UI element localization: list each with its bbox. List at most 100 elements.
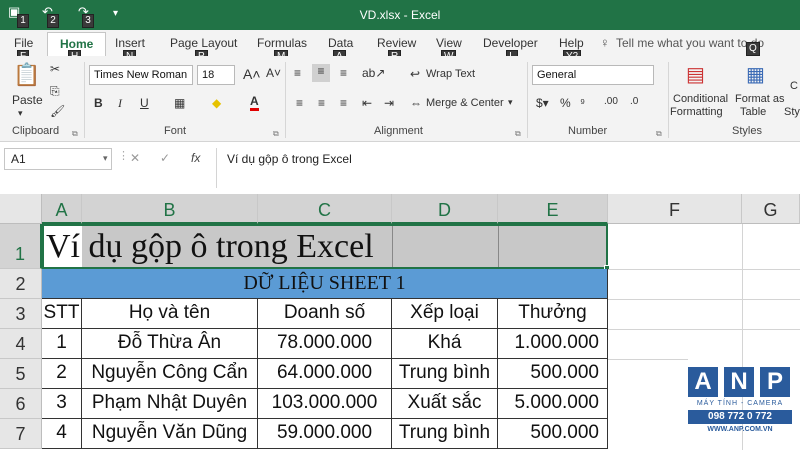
tab-view[interactable]: View [436, 36, 462, 50]
row-header-7[interactable]: 7 [0, 419, 42, 449]
table-cell[interactable]: Nguyễn Công Cẩn [82, 359, 258, 389]
formula-input[interactable]: Ví dụ gộp ô trong Excel [216, 148, 800, 188]
comma-style-icon[interactable]: ⁹ [580, 96, 585, 110]
merge-dropdown-icon[interactable]: ▾ [508, 97, 513, 108]
paste-label[interactable]: Paste [12, 93, 43, 107]
table-cell[interactable]: Đỗ Thừa Ân [82, 329, 258, 359]
table-cell[interactable]: 78.000.000 [258, 329, 392, 359]
decrease-font-icon[interactable]: A˅ [266, 66, 281, 80]
table-cell[interactable]: 1 [42, 329, 82, 359]
table-cell[interactable]: 4 [42, 419, 82, 449]
table-cell[interactable]: 1.000.000 [498, 329, 608, 359]
table-cell[interactable]: Xuất sắc [392, 389, 498, 419]
enter-edit-icon[interactable]: ✓ [160, 151, 170, 165]
tab-data[interactable]: Data [328, 36, 353, 50]
tab-review[interactable]: Review [377, 36, 416, 50]
row-header-4[interactable]: 4 [0, 329, 42, 359]
column-header-e[interactable]: E [498, 194, 608, 224]
table-cell[interactable]: Phạm Nhật Duyên [82, 389, 258, 419]
decrease-indent-icon[interactable]: ⇤ [362, 96, 372, 110]
tab-help[interactable]: Help [559, 36, 584, 50]
table-cell[interactable]: 103.000.000 [258, 389, 392, 419]
header-cell-stt[interactable]: STT [42, 299, 82, 329]
underline-button[interactable]: U [140, 96, 149, 110]
column-header-d[interactable]: D [392, 194, 498, 224]
table-cell[interactable]: Nguyễn Văn Dũng [82, 419, 258, 449]
format-painter-icon[interactable]: 🖌 [50, 104, 65, 118]
number-launcher-icon[interactable]: ⧉ [656, 129, 662, 139]
header-cell-sales[interactable]: Doanh số [258, 299, 392, 329]
format-as-table-label-2[interactable]: Table [740, 106, 766, 118]
align-center-icon[interactable]: ≡ [318, 96, 325, 110]
font-size-combo[interactable]: 18 [197, 65, 235, 85]
merged-banner-cell[interactable]: DỮ LIỆU SHEET 1 [42, 269, 608, 299]
tab-page-layout[interactable]: Page Layout [170, 36, 237, 50]
cancel-edit-icon[interactable]: ✕ [130, 151, 140, 165]
accounting-format-icon[interactable]: $▾ [536, 96, 549, 110]
row-header-6[interactable]: 6 [0, 389, 42, 419]
table-cell[interactable]: 3 [42, 389, 82, 419]
tab-file[interactable]: File [14, 36, 33, 50]
bottom-align-icon[interactable]: ≡ [340, 66, 347, 80]
font-name-combo[interactable]: Times New Roman [89, 65, 193, 85]
tab-developer[interactable]: Developer [483, 36, 538, 50]
paste-icon[interactable]: 📋 [12, 62, 42, 88]
table-cell[interactable]: 500.000 [498, 419, 608, 449]
italic-button[interactable]: I [118, 96, 122, 111]
format-as-table-label[interactable]: Format as [735, 93, 785, 105]
format-as-table-icon[interactable]: ▦ [746, 62, 765, 87]
merge-center-icon[interactable]: ⇔ [410, 96, 422, 110]
tab-formulas[interactable]: Formulas [257, 36, 307, 50]
table-cell[interactable]: 64.000.000 [258, 359, 392, 389]
name-box[interactable]: A1 [4, 148, 112, 170]
insert-function-icon[interactable]: fx [191, 151, 200, 165]
conditional-formatting-icon[interactable]: ▤ [686, 62, 705, 87]
tell-me-search[interactable]: Tell me what you want to do [616, 36, 764, 50]
column-header-g[interactable]: G [742, 194, 800, 224]
cut-icon[interactable]: ✂ [50, 62, 60, 76]
merge-center-button[interactable]: Merge & Center [426, 97, 504, 109]
font-color-button[interactable]: A [250, 94, 259, 111]
header-cell-name[interactable]: Họ và tên [82, 299, 258, 329]
orientation-icon[interactable]: ab↗ [362, 66, 385, 80]
table-cell[interactable]: 5.000.000 [498, 389, 608, 419]
paste-dropdown-icon[interactable]: ▾ [18, 108, 23, 119]
wrap-text-button[interactable]: Wrap Text [426, 68, 475, 80]
table-cell[interactable]: Trung bình [392, 419, 498, 449]
column-header-f[interactable]: F [608, 194, 742, 224]
increase-font-icon[interactable]: A˄ [243, 66, 261, 82]
top-align-icon[interactable]: ≡ [294, 66, 301, 80]
alignment-launcher-icon[interactable]: ⧉ [515, 129, 521, 139]
copy-icon[interactable]: ⎘ [50, 84, 60, 99]
increase-indent-icon[interactable]: ⇥ [384, 96, 394, 110]
row-header-5[interactable]: 5 [0, 359, 42, 389]
conditional-formatting-label[interactable]: Conditional [673, 93, 728, 105]
row-header-3[interactable]: 3 [0, 299, 42, 329]
table-cell[interactable]: Khá [392, 329, 498, 359]
table-cell[interactable]: 2 [42, 359, 82, 389]
middle-align-icon[interactable]: ≡ [312, 64, 330, 82]
percent-icon[interactable]: % [560, 96, 571, 110]
row-header-1[interactable]: 1 [0, 224, 42, 269]
header-cell-bonus[interactable]: Thưởng [498, 299, 608, 329]
cell-styles-label-partial[interactable]: Styl [784, 106, 800, 118]
tab-insert[interactable]: Insert [115, 36, 145, 50]
column-header-c[interactable]: C [258, 194, 392, 224]
bold-button[interactable]: B [94, 96, 103, 110]
fill-color-icon[interactable]: ◆ [212, 96, 221, 110]
decrease-decimal-icon[interactable]: .0 [630, 96, 638, 107]
table-cell[interactable]: 500.000 [498, 359, 608, 389]
name-box-dropdown-icon[interactable]: ▾ [103, 153, 108, 164]
conditional-formatting-label-2[interactable]: Formatting [670, 106, 723, 118]
clipboard-launcher-icon[interactable]: ⧉ [72, 129, 78, 139]
column-header-a[interactable]: A [42, 194, 82, 224]
cell-styles-partial[interactable]: C [790, 80, 798, 92]
select-all-button[interactable] [0, 194, 42, 224]
align-right-icon[interactable]: ≡ [340, 96, 347, 110]
header-cell-rank[interactable]: Xếp loại [392, 299, 498, 329]
number-format-combo[interactable]: General [532, 65, 654, 85]
table-cell[interactable]: Trung bình [392, 359, 498, 389]
column-header-b[interactable]: B [82, 194, 258, 224]
align-left-icon[interactable]: ≡ [296, 96, 303, 110]
row-header-2[interactable]: 2 [0, 269, 42, 299]
